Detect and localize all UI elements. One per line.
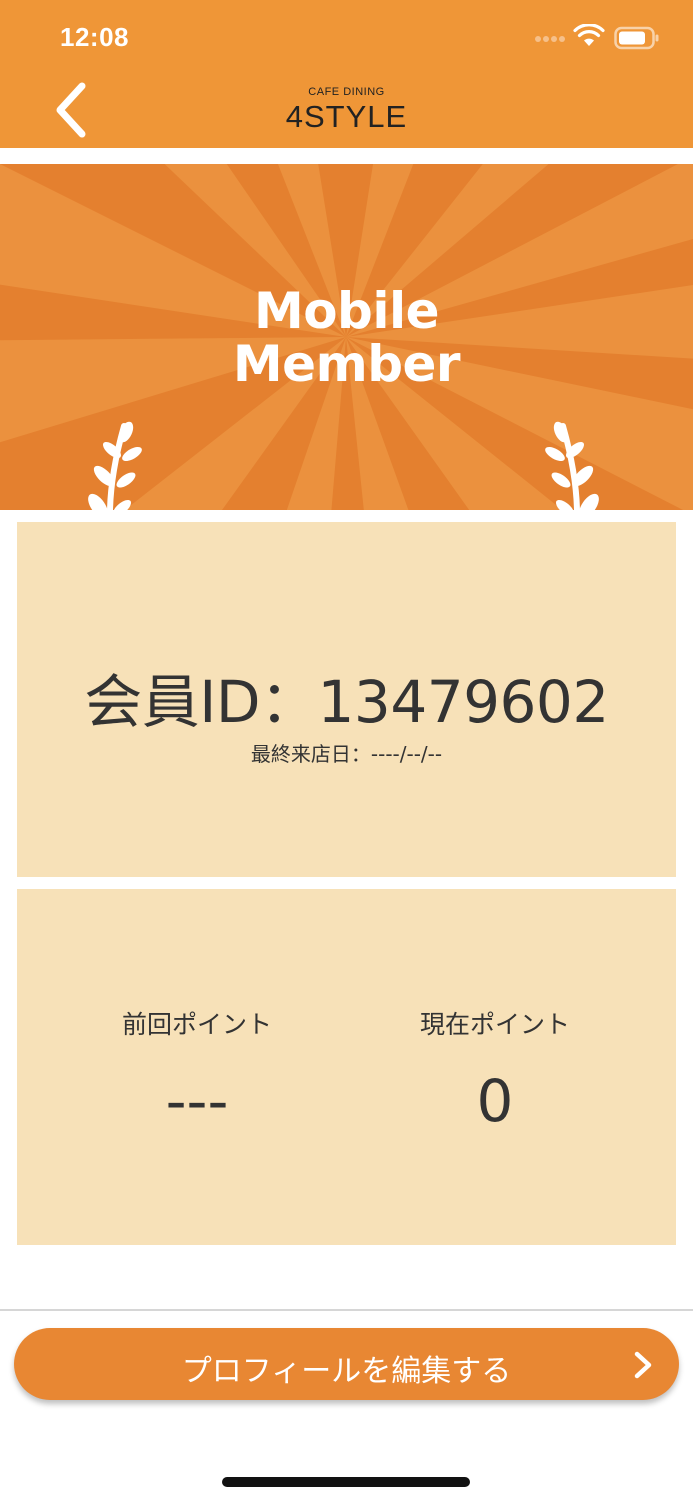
laurel-right-icon	[545, 421, 599, 510]
app-header: 12:08 CAFE DINING 4STYLE	[0, 0, 693, 148]
current-points: 現在ポイント 0	[345, 1005, 645, 1135]
logo-subtitle: CAFE DINING	[308, 86, 385, 98]
last-visit-date: 最終来店日：----/--/--	[250, 742, 443, 766]
current-points-value: 0	[476, 1067, 514, 1135]
edit-profile-label: プロフィールを編集する	[181, 1354, 512, 1389]
banner-title-line1: Mobile	[253, 282, 440, 340]
home-indicator[interactable]	[222, 1477, 470, 1487]
member-id: 会員ID：13479602	[84, 668, 609, 736]
logo-title: 4STYLE	[285, 99, 408, 134]
current-points-label: 現在ポイント	[419, 1010, 570, 1039]
edit-profile-button[interactable]: プロフィールを編集する	[14, 1328, 679, 1400]
footer-divider	[0, 1309, 693, 1311]
previous-points: 前回ポイント ---	[47, 1005, 347, 1135]
chevron-right-icon	[634, 1351, 652, 1379]
banner-title-line2: Member	[232, 335, 461, 393]
previous-points-value: ---	[165, 1067, 229, 1135]
wifi-icon	[573, 24, 605, 46]
battery-icon	[614, 26, 659, 50]
laurel-left-icon	[88, 421, 142, 510]
status-time: 12:08	[60, 22, 129, 52]
cellular-signal-icon	[535, 36, 565, 42]
previous-points-label: 前回ポイント	[121, 1010, 272, 1039]
